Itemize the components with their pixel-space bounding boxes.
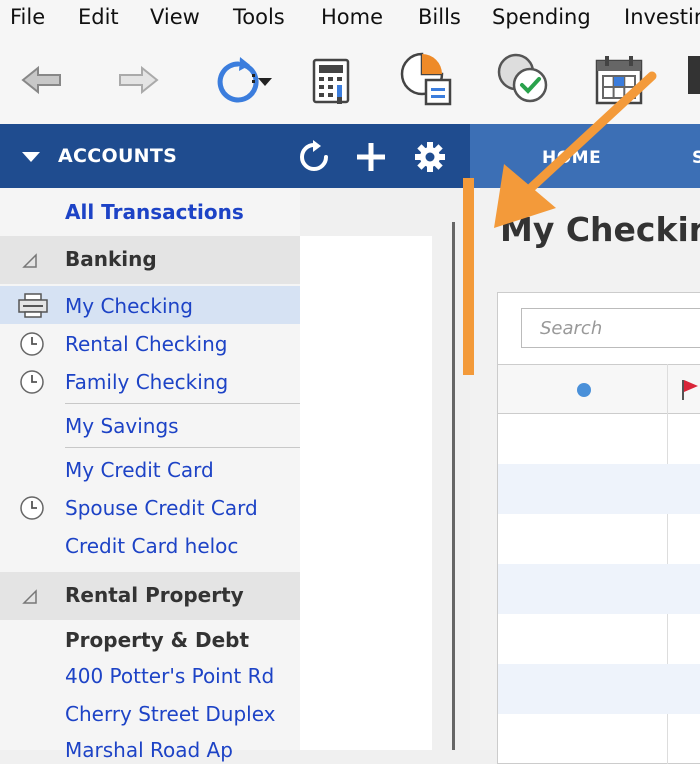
refresh-icon[interactable] (200, 56, 276, 110)
menu-home[interactable]: Home (321, 5, 383, 29)
toolbar-overflow-icon[interactable] (688, 56, 700, 94)
add-icon (357, 143, 385, 171)
account-marshal-road[interactable]: Marshal Road Ap (65, 738, 233, 762)
table-row[interactable] (498, 664, 700, 714)
search-box[interactable] (521, 308, 700, 348)
refresh-accounts-button[interactable] (297, 140, 331, 178)
forward-arrow-icon[interactable] (116, 62, 160, 102)
all-transactions-link[interactable]: All Transactions (65, 200, 244, 224)
group-rental-property-label: Rental Property (65, 583, 244, 607)
collapse-triangle-icon[interactable] (22, 152, 40, 162)
table-row[interactable] (498, 464, 700, 514)
account-400-potters-point[interactable]: 400 Potter's Point Rd (65, 664, 274, 688)
flag-icon[interactable] (680, 378, 700, 400)
menu-edit[interactable]: Edit (78, 5, 119, 29)
group-rental-property[interactable]: Rental Property (0, 572, 300, 620)
gear-icon (415, 142, 445, 172)
refresh-icon (300, 140, 328, 171)
calculator-icon[interactable] (312, 58, 352, 108)
account-my-checking[interactable]: My Checking (65, 294, 193, 318)
account-cherry-street-duplex[interactable]: Cherry Street Duplex (65, 702, 275, 726)
account-my-savings[interactable]: My Savings (65, 414, 179, 438)
tab-spending[interactable]: S (692, 148, 700, 168)
menu-bar: File Edit View Tools Home Bills Spending… (0, 0, 700, 38)
online-banking-icon (18, 293, 48, 318)
accounts-header: ACCOUNTS (0, 124, 470, 188)
account-rental-checking[interactable]: Rental Checking (65, 332, 227, 356)
status-dot-icon[interactable] (576, 382, 592, 398)
sidebar-balance-column (300, 236, 432, 750)
menu-investing[interactable]: Investin (624, 5, 700, 29)
annotation-arrow-icon (494, 71, 657, 228)
accounts-title[interactable]: ACCOUNTS (58, 145, 177, 167)
account-credit-card-heloc[interactable]: Credit Card heloc (65, 534, 238, 558)
reports-icon[interactable] (398, 50, 456, 112)
menu-spending[interactable]: Spending (492, 5, 591, 29)
menu-file[interactable]: File (10, 5, 45, 29)
expanded-triangle-icon[interactable] (22, 589, 38, 605)
clock-icon (20, 370, 44, 394)
subheader-property-debt: Property & Debt (65, 628, 250, 652)
add-account-button[interactable] (354, 140, 388, 178)
sidebar-splitter[interactable] (452, 222, 455, 750)
annotation-bar (463, 178, 474, 375)
divider (65, 447, 300, 448)
divider (65, 403, 300, 404)
menu-view[interactable]: View (150, 5, 200, 29)
menu-bills[interactable]: Bills (418, 5, 461, 29)
back-arrow-icon[interactable] (20, 62, 64, 102)
clock-icon (20, 332, 44, 356)
expanded-triangle-icon[interactable] (22, 253, 38, 269)
menu-tools[interactable]: Tools (233, 5, 285, 29)
search-input[interactable] (538, 309, 700, 347)
clock-icon (20, 496, 44, 520)
account-spouse-credit-card[interactable]: Spouse Credit Card (65, 496, 258, 520)
register-header-row (498, 364, 700, 414)
account-settings-button[interactable] (413, 140, 447, 178)
table-row[interactable] (498, 564, 700, 614)
account-family-checking[interactable]: Family Checking (65, 370, 228, 394)
account-my-credit-card[interactable]: My Credit Card (65, 458, 214, 482)
group-banking-label: Banking (65, 247, 157, 271)
group-banking[interactable]: Banking (0, 236, 300, 284)
